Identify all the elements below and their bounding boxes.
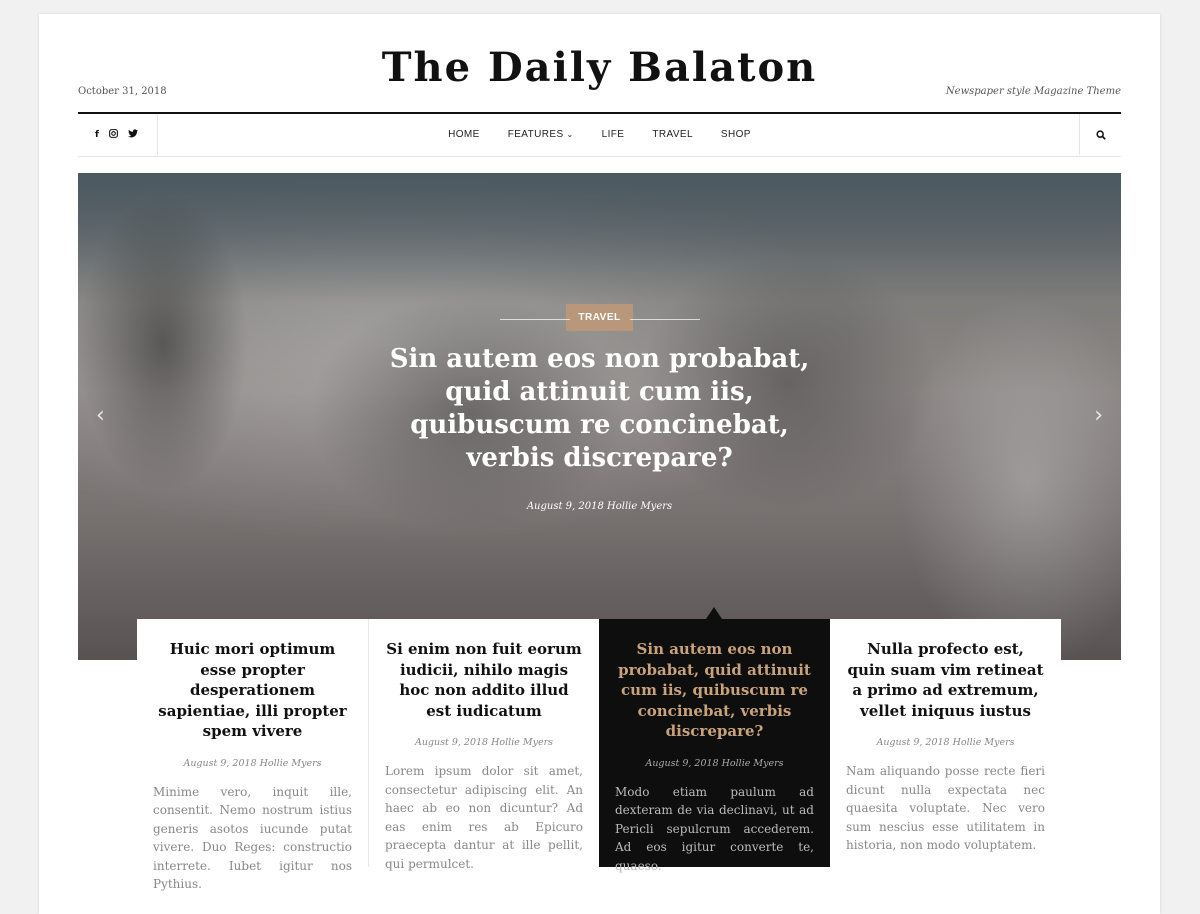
post-meta: August 9, 2018 Hollie Myers [645,757,784,769]
category-badge[interactable]: TRAVEL [566,304,633,331]
post-excerpt: Nam aliquando posse recte fieri dicunt n… [846,764,1045,852]
site-tagline: Newspaper style Magazine Theme [945,86,1121,97]
nav-item-features[interactable]: FEATURES ⌄ [508,129,574,140]
site-logo[interactable]: The Daily Balaton [78,44,1121,91]
post-title[interactable]: Si enim non fuit eorum iudicii, nihilo m… [385,639,583,721]
site-header: October 31, 2018 The Daily Balaton Newsp… [78,14,1121,114]
post-card[interactable]: Huic mori optimum esse propter desperati… [137,619,368,891]
post-title[interactable]: Nulla profecto est, quin suam vim retine… [846,639,1045,721]
post-excerpt: Modo etiam paulum ad dexteram de via dec… [615,784,814,873]
badge-right-line [630,319,700,320]
nav-item-shop[interactable]: SHOP [721,129,751,140]
chevron-down-icon: ⌄ [566,130,574,139]
post-meta: August 9, 2018 Hollie Myers [414,737,554,748]
hero-title[interactable]: Sin autem eos non probabat, quid attinui… [388,343,811,475]
search-button[interactable] [1079,114,1121,155]
hero-category: TRAVEL [78,304,1121,331]
hero-meta: August 9, 2018 Hollie Myers [526,501,673,512]
post-cards: Huic mori optimum esse propter desperati… [137,607,1061,891]
nav-item-features-label: FEATURES [507,129,564,140]
post-excerpt: Minime vero, inquit ille, consentit. Nem… [153,784,352,892]
post-title[interactable]: Sin autem eos non probabat, quid attinui… [615,639,814,742]
active-pointer [706,607,722,619]
search-icon [1095,129,1106,140]
post-excerpt: Lorem ipsum dolor sit amet, consectetur … [385,764,583,871]
post-meta: August 9, 2018 Hollie Myers [876,737,1015,748]
nav-menu: HOME FEATURES ⌄ LIFE TRAVEL SHOP [78,114,1121,155]
nav-item-travel[interactable]: TRAVEL [652,129,693,140]
post-meta: August 9, 2018 Hollie Myers [183,757,322,769]
nav-item-home[interactable]: HOME [448,129,480,140]
nav-item-life[interactable]: LIFE [602,129,625,140]
post-title[interactable]: Huic mori optimum esse propter desperati… [153,639,352,742]
main-navbar: f HOME FEATURES ⌄ LIFE TRAVEL SHOP [78,114,1121,157]
badge-left-line [500,319,570,320]
post-card[interactable]: Si enim non fuit eorum iudicii, nihilo m… [368,619,599,871]
page: October 31, 2018 The Daily Balaton Newsp… [39,14,1160,914]
post-card[interactable]: Nulla profecto est, quin suam vim retine… [830,619,1061,867]
slider-next-icon[interactable]: › [1094,403,1103,428]
hero-slider: ‹ › TRAVEL Sin autem eos non probabat, q… [78,173,1121,660]
post-card-active[interactable]: Sin autem eos non probabat, quid attinui… [599,607,830,873]
slider-prev-icon[interactable]: ‹ [96,403,105,428]
